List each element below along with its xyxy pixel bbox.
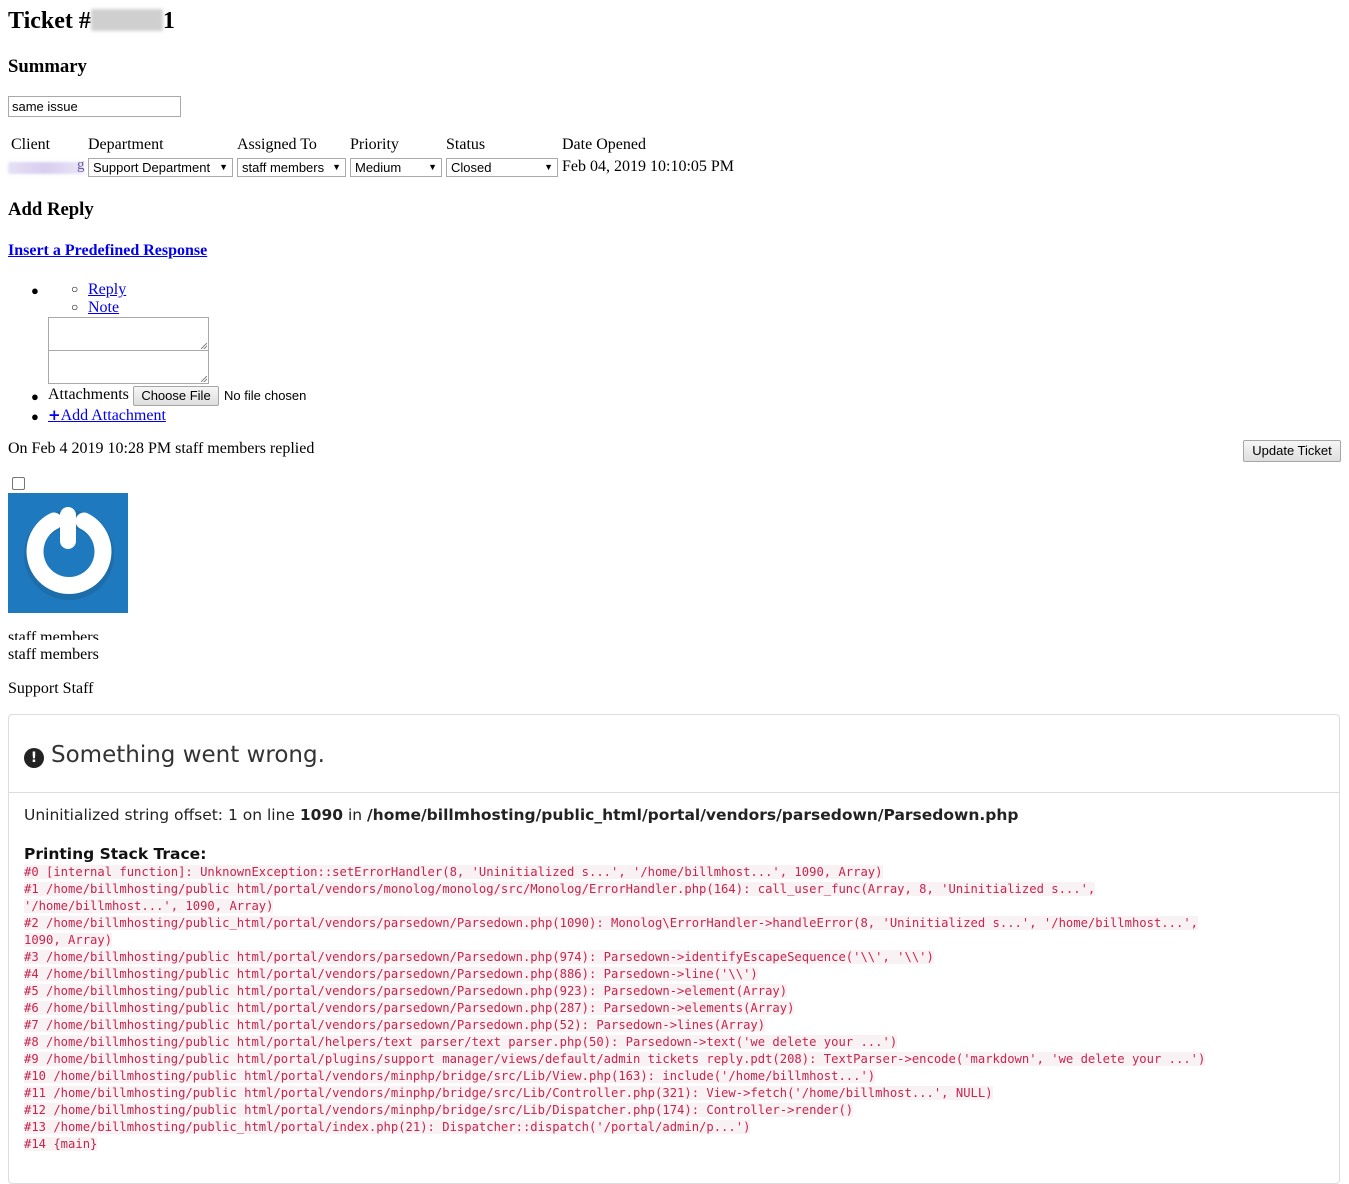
gravatar-logo-icon bbox=[24, 507, 114, 600]
error-panel: ! Something went wrong. Uninitialized st… bbox=[8, 714, 1340, 1184]
ticket-title-suffix: 1 bbox=[162, 8, 175, 34]
note-textarea[interactable] bbox=[48, 350, 209, 384]
summary-input[interactable]: same issue bbox=[8, 96, 181, 117]
tab-note[interactable]: Note bbox=[88, 299, 119, 317]
status-value: Closed bbox=[451, 160, 492, 175]
list-bullet-hollow: ○ bbox=[71, 300, 79, 314]
department-label: Department bbox=[88, 136, 164, 153]
stack-trace-line: #3 /home/billmhosting/public html/portal… bbox=[24, 950, 934, 964]
stack-trace-line: #6 /home/billmhosting/public html/portal… bbox=[24, 1001, 795, 1015]
chevron-down-icon: ▼ bbox=[544, 162, 553, 172]
stack-trace-line: #7 /home/billmhosting/public html/portal… bbox=[24, 1018, 766, 1032]
stack-trace-line: #4 /home/billmhosting/public html/portal… bbox=[24, 967, 758, 981]
exclamation-circle-icon: ! bbox=[24, 748, 44, 768]
chevron-down-icon: ▼ bbox=[332, 162, 341, 172]
client-link-suffix[interactable]: g bbox=[77, 157, 85, 174]
stack-trace-line: #1 /home/billmhosting/public html/portal… bbox=[24, 882, 1096, 896]
add-attachment-label: Add Attachment bbox=[60, 407, 166, 424]
error-message: Uninitialized string offset: 1 on line 1… bbox=[24, 806, 1019, 824]
tab-reply[interactable]: Reply bbox=[88, 281, 126, 299]
status-label: Status bbox=[446, 136, 486, 153]
plus-icon: + bbox=[48, 406, 61, 424]
stack-trace-line: '/home/billmhost...', 1090, Array) bbox=[24, 899, 274, 913]
assigned-to-label: Assigned To bbox=[237, 136, 317, 153]
list-bullet-hollow: ○ bbox=[71, 282, 79, 296]
stack-trace-line: #10 /home/billmhosting/public html/porta… bbox=[24, 1069, 876, 1083]
error-message-mid: in bbox=[343, 806, 368, 824]
stack-trace-line: #13 /home/billmhosting/public_html/porta… bbox=[24, 1120, 751, 1134]
department-value: Support Department bbox=[93, 160, 211, 175]
no-file-text: No file chosen bbox=[224, 388, 307, 403]
stack-trace-line: #14 {main} bbox=[24, 1137, 98, 1151]
avatar bbox=[8, 493, 128, 613]
assigned-to-select[interactable]: staff members ▼ bbox=[237, 158, 346, 177]
stack-trace-line: #12 /home/billmhosting/public html/porta… bbox=[24, 1103, 854, 1117]
stack-trace-line: #0 [internal function]: UnknownException… bbox=[24, 865, 883, 879]
ticket-title-prefix: Ticket # bbox=[8, 8, 91, 34]
reply-header: On Feb 4 2019 10:28 PM staff members rep… bbox=[8, 440, 315, 457]
stack-trace-line: #5 /home/billmhosting/public html/portal… bbox=[24, 984, 788, 998]
add-attachment-link[interactable]: +Add Attachment bbox=[48, 406, 166, 425]
choose-file-button[interactable]: Choose File bbox=[133, 386, 219, 406]
summary-heading: Summary bbox=[8, 56, 87, 77]
client-link-redacted[interactable] bbox=[8, 162, 84, 174]
error-file: /home/billmhosting/public_html/portal/ve… bbox=[367, 806, 1019, 824]
stack-trace-line: 1090, Array) bbox=[24, 933, 113, 947]
date-opened-value: Feb 04, 2019 10:10:05 PM bbox=[562, 158, 735, 175]
error-line: 1090 bbox=[299, 806, 344, 824]
priority-label: Priority bbox=[350, 136, 399, 153]
reply-select-checkbox[interactable] bbox=[12, 477, 25, 490]
stack-trace-line: #9 /home/billmhosting/public html/portal… bbox=[24, 1052, 1206, 1066]
assigned-to-value: staff members bbox=[242, 160, 325, 175]
reply-author-name: staff members bbox=[8, 646, 99, 663]
redacted-ticket-number bbox=[90, 9, 163, 31]
reply-author-role: Support Staff bbox=[8, 680, 94, 697]
update-ticket-button[interactable]: Update Ticket bbox=[1243, 440, 1341, 462]
add-reply-heading: Add Reply bbox=[8, 199, 94, 220]
attachments-label: Attachments bbox=[48, 386, 129, 403]
predefined-response-link[interactable]: Insert a Predefined Response bbox=[8, 242, 207, 260]
stack-trace-line: #11 /home/billmhosting/public html/porta… bbox=[24, 1086, 993, 1100]
list-bullet: ● bbox=[31, 389, 39, 404]
reply-textarea[interactable] bbox=[48, 317, 209, 351]
reply-author-name-cut: staff members bbox=[8, 630, 99, 640]
chevron-down-icon: ▼ bbox=[219, 162, 228, 172]
list-bullet: ● bbox=[31, 409, 39, 424]
reply-author-name-cut-text: staff members bbox=[8, 630, 99, 640]
stack-trace-line: #8 /home/billmhosting/public html/portal… bbox=[24, 1035, 898, 1049]
error-title: Something went wrong. bbox=[51, 742, 325, 768]
resize-handle[interactable] bbox=[201, 343, 207, 349]
stack-trace: #0 [internal function]: UnknownException… bbox=[24, 864, 1319, 1153]
error-message-prefix: Uninitialized string offset: 1 on line bbox=[24, 806, 300, 824]
list-bullet: ● bbox=[31, 283, 39, 298]
resize-handle[interactable] bbox=[201, 376, 207, 382]
stack-trace-line: #2 /home/billmhosting/public_html/portal… bbox=[24, 916, 1198, 930]
chevron-down-icon: ▼ bbox=[428, 162, 437, 172]
priority-select[interactable]: Medium ▼ bbox=[350, 158, 442, 177]
client-label: Client bbox=[11, 136, 51, 153]
ticket-title: Ticket # 1 bbox=[8, 6, 175, 36]
date-opened-label: Date Opened bbox=[562, 136, 646, 153]
error-panel-header: ! Something went wrong. bbox=[9, 715, 1339, 793]
department-select[interactable]: Support Department ▼ bbox=[88, 158, 233, 177]
priority-value: Medium bbox=[355, 160, 402, 175]
stack-trace-heading: Printing Stack Trace: bbox=[24, 845, 207, 863]
status-select[interactable]: Closed ▼ bbox=[446, 158, 558, 177]
